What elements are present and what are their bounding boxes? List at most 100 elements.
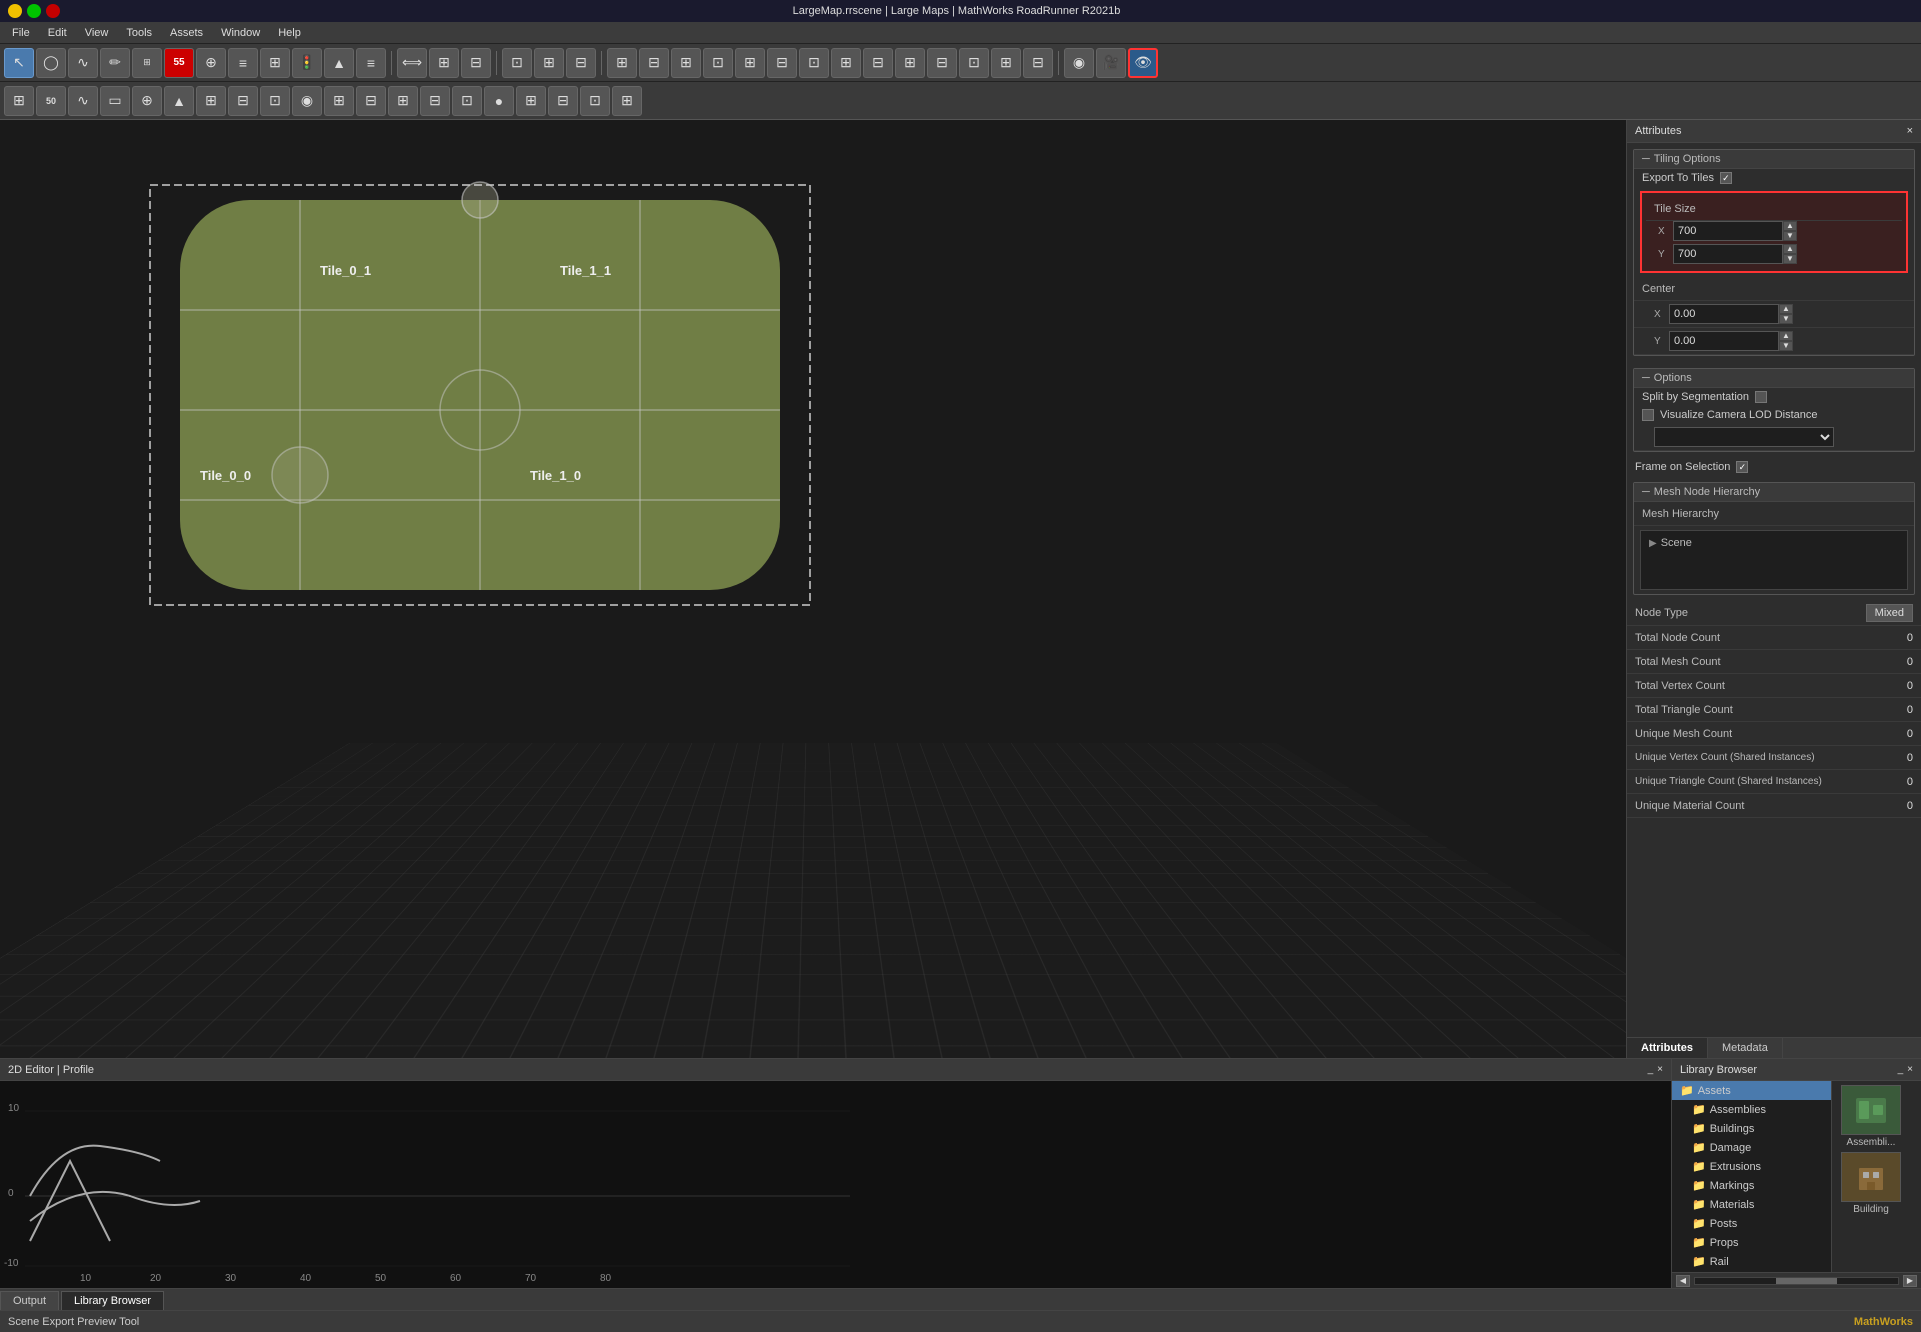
- tb2-btn16[interactable]: ●: [484, 86, 514, 116]
- scene-export-button[interactable]: 👁: [1128, 48, 1158, 78]
- tile-size-y-input[interactable]: [1673, 244, 1783, 264]
- viewport-3d[interactable]: Tile_0_1 Tile_1_1 Tile_0_0 Tile_1_0: [0, 120, 1626, 1058]
- speed-sign-button[interactable]: 55: [164, 48, 194, 78]
- tb2-speed[interactable]: 50: [36, 86, 66, 116]
- lib-item-buildings[interactable]: 📁 Buildings: [1672, 1119, 1831, 1138]
- visualize-lod-checkbox[interactable]: [1642, 409, 1654, 421]
- paint-tool-button[interactable]: ✏: [100, 48, 130, 78]
- lib-minimize-icon[interactable]: _: [1898, 1064, 1904, 1075]
- lib-item-markings[interactable]: 📁 Markings: [1672, 1176, 1831, 1195]
- tab-attributes[interactable]: Attributes: [1627, 1038, 1708, 1058]
- menu-help[interactable]: Help: [270, 25, 309, 41]
- editor-minimize-icon[interactable]: _: [1648, 1064, 1654, 1075]
- center-y-down[interactable]: ▼: [1779, 341, 1793, 351]
- tb2-btn15[interactable]: ⊡: [452, 86, 482, 116]
- tb2-btn8[interactable]: ⊟: [228, 86, 258, 116]
- transform6-button[interactable]: ⊟: [767, 48, 797, 78]
- tile-size-x-up[interactable]: ▲: [1783, 221, 1797, 231]
- menu-edit[interactable]: Edit: [40, 25, 75, 41]
- crosswalk-button[interactable]: ⊞: [260, 48, 290, 78]
- maximize-button[interactable]: [27, 4, 41, 18]
- tb2-btn13[interactable]: ⊞: [388, 86, 418, 116]
- scroll-track[interactable]: [1694, 1277, 1899, 1285]
- menu-view[interactable]: View: [77, 25, 117, 41]
- lib-item-extrusions[interactable]: 📁 Extrusions: [1672, 1157, 1831, 1176]
- tb2-btn4[interactable]: ▭: [100, 86, 130, 116]
- traffic-light-button[interactable]: 🚦: [292, 48, 322, 78]
- tb2-btn18[interactable]: ⊟: [548, 86, 578, 116]
- tb2-btn11[interactable]: ⊞: [324, 86, 354, 116]
- lib-item-assemblies[interactable]: 📁 Assemblies: [1672, 1100, 1831, 1119]
- editor-close-icon[interactable]: ×: [1657, 1064, 1663, 1075]
- asset-assemblies[interactable]: Assembli...: [1836, 1085, 1906, 1148]
- center-x-down[interactable]: ▼: [1779, 314, 1793, 324]
- tb2-btn17[interactable]: ⊞: [516, 86, 546, 116]
- minimize-button[interactable]: [8, 4, 22, 18]
- tile-size-x-down[interactable]: ▼: [1783, 231, 1797, 241]
- tb2-btn5[interactable]: ⊕: [132, 86, 162, 116]
- center-y-up[interactable]: ▲: [1779, 331, 1793, 341]
- tb2-btn9[interactable]: ⊡: [260, 86, 290, 116]
- transform12-button[interactable]: ⊡: [959, 48, 989, 78]
- transform14-button[interactable]: ⊟: [1023, 48, 1053, 78]
- tb2-btn6[interactable]: ▲: [164, 86, 194, 116]
- lib-item-assets[interactable]: 📁 Assets: [1672, 1081, 1831, 1100]
- tb2-btn1[interactable]: ⊞: [4, 86, 34, 116]
- transform9-button[interactable]: ⊟: [863, 48, 893, 78]
- tb2-btn19[interactable]: ⊡: [580, 86, 610, 116]
- curve-tool-button[interactable]: ∿: [68, 48, 98, 78]
- tb2-btn7[interactable]: ⊞: [196, 86, 226, 116]
- select-tool-button[interactable]: ↖: [4, 48, 34, 78]
- frame-on-selection-checkbox[interactable]: [1736, 461, 1748, 473]
- ruler-button[interactable]: ⊟: [566, 48, 596, 78]
- align-button[interactable]: ⊞: [429, 48, 459, 78]
- tb2-btn14[interactable]: ⊟: [420, 86, 450, 116]
- lod-dropdown[interactable]: [1654, 427, 1834, 447]
- tb2-btn20[interactable]: ⊞: [612, 86, 642, 116]
- grid-button[interactable]: ⊞: [534, 48, 564, 78]
- transform13-button[interactable]: ⊞: [991, 48, 1021, 78]
- lib-item-materials[interactable]: 📁 Materials: [1672, 1195, 1831, 1214]
- close-panel-icon[interactable]: ×: [1907, 125, 1913, 137]
- view1-button[interactable]: ◉: [1064, 48, 1094, 78]
- lib-close-icon[interactable]: ×: [1907, 1064, 1913, 1075]
- lib-item-damage[interactable]: 📁 Damage: [1672, 1138, 1831, 1157]
- tile-size-y-down[interactable]: ▼: [1783, 254, 1797, 264]
- junction-tool-button[interactable]: ⊕: [196, 48, 226, 78]
- tab-metadata[interactable]: Metadata: [1708, 1038, 1783, 1058]
- snap-button[interactable]: ⊡: [502, 48, 532, 78]
- road-tool-button[interactable]: ⊞: [132, 48, 162, 78]
- tile-size-x-input[interactable]: [1673, 221, 1783, 241]
- lib-item-rail[interactable]: 📁 Rail: [1672, 1252, 1831, 1271]
- menu-assets[interactable]: Assets: [162, 25, 211, 41]
- circle-tool-button[interactable]: ◯: [36, 48, 66, 78]
- tb2-btn3[interactable]: ∿: [68, 86, 98, 116]
- menu-tools[interactable]: Tools: [118, 25, 160, 41]
- scene-node[interactable]: ▶ Scene: [1645, 535, 1903, 551]
- close-button[interactable]: [46, 4, 60, 18]
- lib-item-posts[interactable]: 📁 Posts: [1672, 1214, 1831, 1233]
- transform5-button[interactable]: ⊞: [735, 48, 765, 78]
- tab-output[interactable]: Output: [0, 1291, 59, 1310]
- road-marks-button[interactable]: ≡: [356, 48, 386, 78]
- transform2-button[interactable]: ⊟: [639, 48, 669, 78]
- transform11-button[interactable]: ⊟: [927, 48, 957, 78]
- tile-size-y-up[interactable]: ▲: [1783, 244, 1797, 254]
- transform4-button[interactable]: ⊡: [703, 48, 733, 78]
- distribute-button[interactable]: ⊟: [461, 48, 491, 78]
- lib-item-props[interactable]: 📁 Props: [1672, 1233, 1831, 1252]
- transform8-button[interactable]: ⊞: [831, 48, 861, 78]
- lane-tool-button[interactable]: ≡: [228, 48, 258, 78]
- transform10-button[interactable]: ⊞: [895, 48, 925, 78]
- tb2-btn12[interactable]: ⊟: [356, 86, 386, 116]
- scroll-left-button[interactable]: ◀: [1676, 1275, 1690, 1287]
- split-by-seg-checkbox[interactable]: [1755, 391, 1767, 403]
- asset-building[interactable]: Building: [1836, 1152, 1906, 1215]
- tb2-btn10[interactable]: ◉: [292, 86, 322, 116]
- center-x-input[interactable]: [1669, 304, 1779, 324]
- center-x-up[interactable]: ▲: [1779, 304, 1793, 314]
- sign-tool-button[interactable]: ▲: [324, 48, 354, 78]
- menu-window[interactable]: Window: [213, 25, 268, 41]
- view2-button[interactable]: 🎥: [1096, 48, 1126, 78]
- export-to-tiles-checkbox[interactable]: [1720, 172, 1732, 184]
